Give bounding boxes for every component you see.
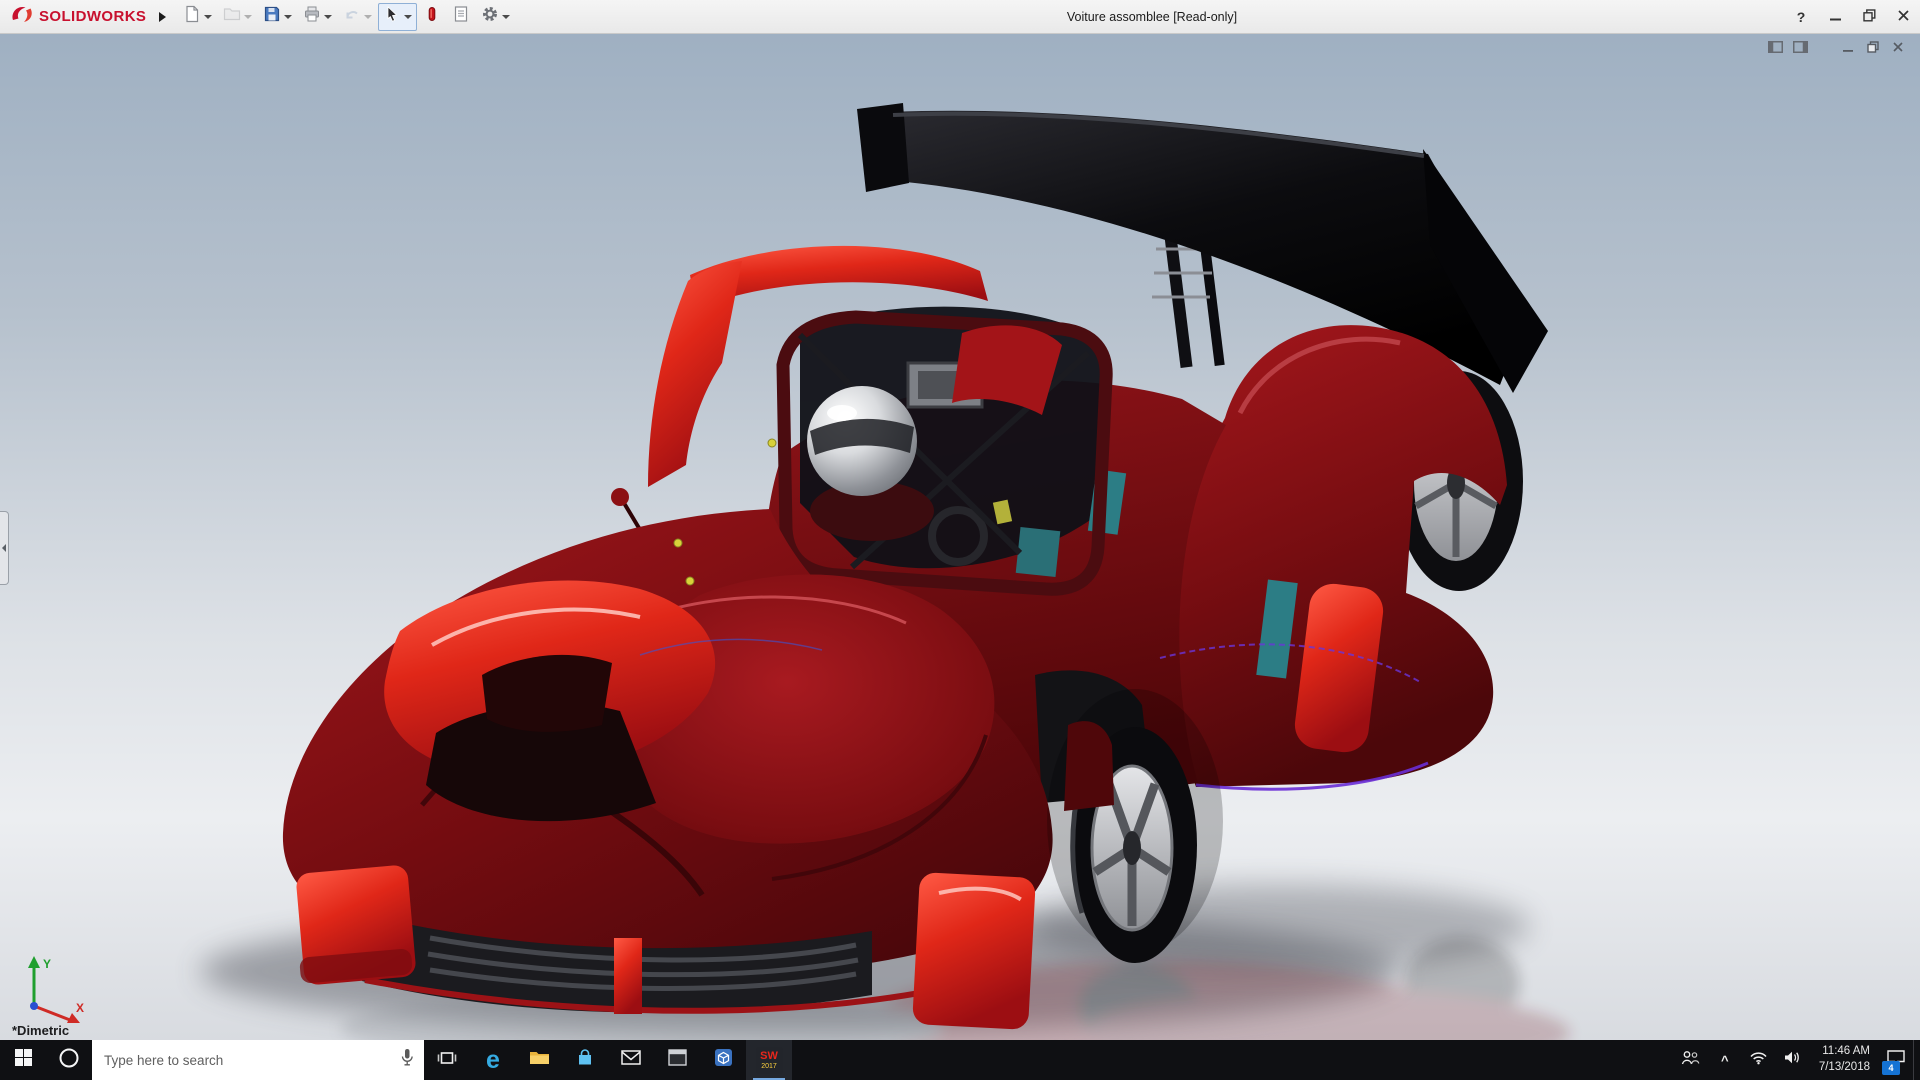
taskbar-icon-solidworks[interactable]: SW 2017 <box>746 1040 792 1080</box>
taskbar-icon-app-cube[interactable] <box>700 1040 746 1080</box>
taskbar-icon-edge[interactable]: e <box>470 1040 516 1080</box>
taskbar-search-box[interactable] <box>92 1040 424 1080</box>
network-button[interactable] <box>1742 1040 1776 1080</box>
brand-label: SOLIDWORKS <box>39 8 146 25</box>
dropdown-arrow-icon[interactable] <box>284 15 292 19</box>
open-folder-icon <box>223 5 241 28</box>
mail-envelope-icon <box>621 1050 641 1070</box>
gear-icon <box>481 5 499 28</box>
action-center-button[interactable]: 4 <box>1879 1040 1913 1080</box>
dropdown-arrow-icon[interactable] <box>324 15 332 19</box>
document-window-controls <box>1767 39 1906 55</box>
taskbar-icon-file-explorer[interactable] <box>516 1040 562 1080</box>
undo-button[interactable] <box>338 3 377 31</box>
cortana-button[interactable] <box>46 1040 92 1080</box>
solidworks-year-badge: 2017 <box>761 1063 777 1070</box>
titlebar: SOLIDWORKS <box>0 0 1920 34</box>
task-view-icon <box>437 1049 457 1072</box>
task-view-button[interactable] <box>424 1040 470 1080</box>
viewport-3d-scene[interactable] <box>0 33 1920 1040</box>
dropdown-arrow-icon[interactable] <box>204 15 212 19</box>
taskbar-icon-store[interactable] <box>562 1040 608 1080</box>
solidworks-glyph: SW <box>760 1051 778 1062</box>
close-button[interactable] <box>1886 0 1920 33</box>
people-button[interactable] <box>1674 1040 1708 1080</box>
restore-pane-right-button[interactable] <box>1792 39 1808 55</box>
save-floppy-icon <box>263 5 281 28</box>
rebuild-stoplight-icon <box>423 5 441 28</box>
show-desktop-button[interactable] <box>1913 1040 1920 1080</box>
expand-arrow-icon <box>159 12 166 22</box>
doc-close-button[interactable] <box>1890 39 1906 55</box>
solidworks-app-icon: SW 2017 <box>756 1047 783 1074</box>
options-button[interactable] <box>476 3 515 31</box>
close-icon <box>1897 9 1910 25</box>
dassault-logo-icon <box>10 4 34 29</box>
help-button[interactable]: ? <box>1784 0 1818 33</box>
taskbar-icon-app-window[interactable] <box>654 1040 700 1080</box>
open-button[interactable] <box>218 3 257 31</box>
clock-date: 7/13/2018 <box>1819 1060 1870 1076</box>
store-bag-icon <box>576 1049 594 1072</box>
print-button[interactable] <box>298 3 337 31</box>
minimize-icon <box>1829 9 1842 25</box>
windows-logo-icon <box>15 1049 32 1071</box>
design-binder-button[interactable] <box>447 3 475 31</box>
hidden-icons-button[interactable]: ^ <box>1708 1040 1742 1080</box>
orientation-triad: Y X *Dimetric <box>12 952 92 1038</box>
restore-icon <box>1863 9 1876 25</box>
search-input[interactable] <box>102 1052 392 1069</box>
cube-app-icon <box>714 1048 733 1072</box>
triad-y-label: Y <box>43 957 51 971</box>
print-icon <box>303 5 321 28</box>
select-cursor-icon <box>383 5 401 28</box>
file-explorer-icon <box>529 1049 550 1071</box>
windows-taskbar: e SW 2017 ^ <box>0 1040 1920 1080</box>
taskbar-clock[interactable]: 11:46 AM 7/13/2018 <box>1810 1040 1879 1080</box>
collapse-arrow-icon <box>2 544 6 552</box>
dropdown-arrow-icon[interactable] <box>244 15 252 19</box>
save-button[interactable] <box>258 3 297 31</box>
cortana-circle-icon <box>58 1047 80 1074</box>
rebuild-button[interactable] <box>418 3 446 31</box>
select-tool-button[interactable] <box>378 3 417 31</box>
doc-restore-button[interactable] <box>1865 39 1881 55</box>
panel-collapse-tab[interactable] <box>0 511 9 585</box>
graphics-viewport[interactable]: Y X *Dimetric <box>0 33 1920 1040</box>
people-icon <box>1681 1050 1700 1070</box>
edge-browser-icon: e <box>486 1048 500 1073</box>
restore-pane-left-button[interactable] <box>1767 39 1783 55</box>
notification-badge: 4 <box>1882 1061 1900 1075</box>
volume-button[interactable] <box>1776 1040 1810 1080</box>
triad-x-label: X <box>76 1001 84 1015</box>
undo-arrow-icon <box>343 5 361 28</box>
start-button[interactable] <box>0 1040 46 1080</box>
new-document-icon <box>183 5 201 28</box>
restore-button[interactable] <box>1852 0 1886 33</box>
app-window-icon <box>668 1049 687 1071</box>
quick-toolbar <box>178 3 515 31</box>
menu-expand-button[interactable] <box>152 5 172 29</box>
taskbar-icon-mail[interactable] <box>608 1040 654 1080</box>
microphone-icon[interactable] <box>400 1048 414 1072</box>
desktop-screen: SOLIDWORKS <box>0 0 1920 1080</box>
new-document-button[interactable] <box>178 3 217 31</box>
chevron-up-icon: ^ <box>1721 1053 1729 1068</box>
window-controls: ? <box>1784 0 1920 33</box>
window-title: Voiture assomblee [Read-only] <box>1067 10 1237 24</box>
dropdown-arrow-icon[interactable] <box>364 15 372 19</box>
system-tray: ^ 11:46 AM 7/13/2018 4 <box>1674 1040 1920 1080</box>
minimize-button[interactable] <box>1818 0 1852 33</box>
solidworks-brand: SOLIDWORKS <box>0 4 152 29</box>
speaker-icon <box>1784 1050 1802 1070</box>
clock-time: 11:46 AM <box>1822 1044 1870 1060</box>
document-sheet-icon <box>452 5 470 28</box>
dropdown-arrow-icon[interactable] <box>404 15 412 19</box>
wifi-icon <box>1749 1050 1768 1070</box>
dropdown-arrow-icon[interactable] <box>502 15 510 19</box>
doc-minimize-button[interactable] <box>1840 39 1856 55</box>
